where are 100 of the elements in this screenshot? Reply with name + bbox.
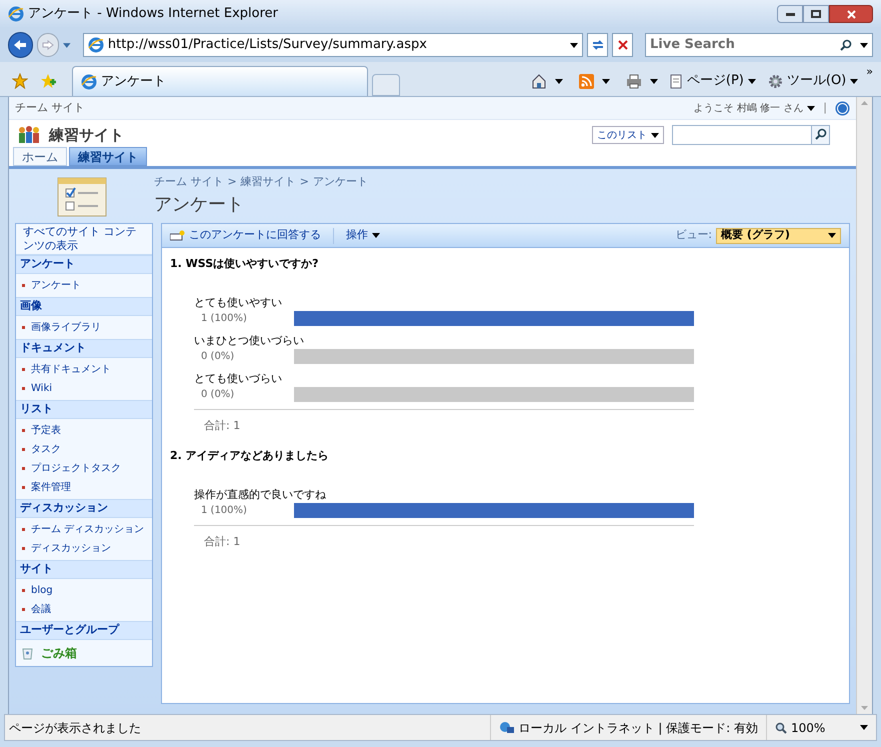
gear-icon: [768, 74, 783, 88]
caret-icon: [850, 78, 858, 84]
caret-icon: [748, 78, 756, 84]
nav-link[interactable]: タスク: [31, 442, 61, 457]
trash-can-icon: [22, 646, 33, 660]
nav-heading[interactable]: ユーザーとグループ: [16, 621, 152, 640]
bullet-icon: [22, 589, 25, 592]
nav-link[interactable]: blog: [31, 583, 53, 598]
answer-label: とても使いづらい: [194, 370, 283, 386]
bullet-icon: [22, 547, 25, 550]
respond-button[interactable]: このアンケートに回答する: [170, 227, 321, 244]
caret-icon: [554, 78, 563, 84]
caret-icon: [651, 132, 659, 138]
search-icon[interactable]: [811, 126, 829, 144]
site-tab[interactable]: ホーム: [13, 147, 67, 166]
breadcrumb-link[interactable]: チーム サイト: [154, 174, 224, 191]
nav-heading[interactable]: ディスカッション: [16, 499, 152, 518]
top-site-link[interactable]: チーム サイト: [15, 100, 84, 116]
answer-label: とても使いやすい: [194, 294, 283, 310]
refresh-icon: [590, 39, 605, 51]
total-count: 合計: 1: [204, 534, 240, 548]
view-label: ビュー:: [675, 227, 712, 244]
bullet-icon: [22, 448, 25, 451]
security-zone: ローカル イントラネット | 保護モード: 有効: [518, 720, 758, 736]
help-icon[interactable]: [835, 100, 850, 116]
nav-heading[interactable]: 画像: [16, 297, 152, 316]
nav-link[interactable]: 画像ライブラリ: [31, 320, 101, 335]
answer-label: 操作が直感的で良いですね: [194, 486, 327, 502]
search-icon: [840, 39, 852, 51]
recycle-bin-link[interactable]: ごみ箱: [41, 644, 77, 662]
nav-link[interactable]: ディスカッション: [31, 541, 111, 556]
caret-icon: [860, 725, 868, 730]
caret-icon: [650, 78, 658, 84]
question-title: 1. WSSは使いやすいですか?: [170, 256, 320, 272]
actions-menu[interactable]: 操作: [346, 227, 380, 244]
maximize-button[interactable]: [803, 5, 829, 23]
feed-icon[interactable]: [578, 74, 594, 88]
more-chevron[interactable]: »: [866, 66, 873, 77]
bullet-icon: [22, 368, 25, 371]
nav-link[interactable]: アンケート: [31, 278, 81, 293]
add-favorite-icon[interactable]: [40, 73, 56, 89]
nav-link[interactable]: 予定表: [31, 423, 61, 438]
answer-count: 1 (100%): [200, 312, 248, 326]
view-dropdown[interactable]: 概要 (グラフ): [716, 228, 841, 244]
tools-menu[interactable]: ツール(O): [768, 71, 858, 91]
zoom-level-button[interactable]: 100%: [766, 715, 876, 740]
page-icon: [670, 74, 683, 88]
nav-heading[interactable]: アンケート: [16, 255, 152, 274]
close-button[interactable]: [829, 5, 873, 23]
page-menu[interactable]: ページ(P): [670, 71, 756, 91]
caret-icon: [807, 106, 816, 110]
back-button[interactable]: [8, 32, 33, 58]
favorites-star-icon[interactable]: [12, 73, 28, 89]
nav-link[interactable]: プロジェクトタスク: [31, 461, 121, 476]
status-text: ページが表示されました: [8, 720, 142, 736]
caret-icon: [372, 233, 380, 238]
close-icon: [846, 10, 856, 18]
dropdown-caret-icon: [570, 42, 578, 48]
site-title: 練習サイト: [49, 124, 124, 146]
nav-link[interactable]: チーム ディスカッション: [31, 522, 144, 537]
address-field[interactable]: http://wss01/Practice/Lists/Survey/summary.aspx: [82, 33, 584, 57]
history-caret-icon: [63, 42, 71, 48]
search-box[interactable]: Live Search: [645, 33, 873, 57]
new-item-icon: [170, 230, 185, 241]
browser-tab[interactable]: アンケート: [72, 66, 368, 96]
zoom-icon: [775, 722, 787, 734]
site-tab[interactable]: 練習サイト: [69, 147, 147, 166]
answer-count: 0 (0%): [200, 388, 236, 402]
breadcrumb-separator: >: [228, 174, 237, 190]
stop-button[interactable]: [612, 33, 633, 57]
question-title: 2. アイディアなどありましたら: [170, 448, 330, 464]
nav-link[interactable]: Wiki: [31, 381, 52, 396]
welcome-menu[interactable]: ようこそ 村嶋 修一 さん: [694, 100, 816, 116]
nav-link[interactable]: 共有ドキュメント: [31, 362, 111, 377]
printer-icon[interactable]: [626, 74, 642, 88]
answer-count: 0 (0%): [200, 350, 236, 364]
nav-heading[interactable]: リスト: [16, 400, 152, 419]
globe-network-icon: [498, 720, 515, 734]
bullet-icon: [22, 467, 25, 470]
nav-heading[interactable]: ドキュメント: [16, 339, 152, 358]
minimize-button[interactable]: [777, 5, 803, 23]
nav-heading[interactable]: サイト: [16, 560, 152, 579]
answer-label: いまひとつ使いづらい: [194, 332, 305, 348]
total-count: 合計: 1: [204, 418, 240, 432]
nav-link[interactable]: 会議: [31, 602, 51, 617]
nav-link[interactable]: 案件管理: [31, 480, 71, 495]
minimize-icon: [786, 12, 794, 16]
window-title: アンケート - Windows Internet Explorer: [28, 5, 278, 24]
breadcrumb-link[interactable]: 練習サイト: [240, 174, 296, 191]
home-icon[interactable]: [530, 73, 547, 89]
search-scope-dropdown[interactable]: このリスト: [592, 126, 664, 144]
separator: |: [823, 100, 827, 116]
bullet-icon: [22, 326, 25, 329]
search-field[interactable]: Live Search: [650, 35, 832, 55]
caret-icon: [828, 233, 836, 238]
browser-logo-icon: [81, 74, 97, 90]
refresh-button[interactable]: [587, 33, 608, 57]
caret-icon: [602, 78, 610, 84]
page-title: アンケート: [154, 192, 245, 217]
bullet-icon: [22, 387, 25, 390]
